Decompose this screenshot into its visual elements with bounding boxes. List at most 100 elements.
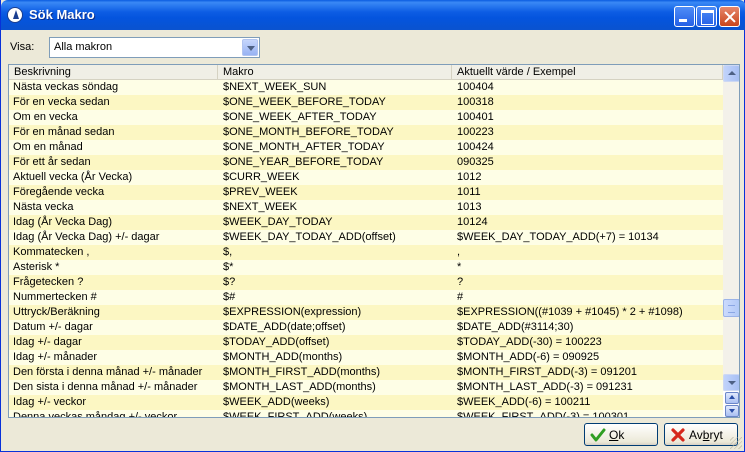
cell-description: Aktuell vecka (År Vecka) [13, 171, 133, 183]
cell-description: Idag +/- veckor [13, 396, 87, 408]
cell-macro: $DATE_ADD(date;offset) [223, 321, 346, 333]
cell-description: För ett år sedan [13, 156, 91, 168]
cell-value: 100401 [457, 111, 494, 123]
table-row[interactable]: Om en månad $ONE_MONTH_AFTER_TODAY 100424 [9, 140, 723, 155]
table-row[interactable]: Nästa vecka $NEXT_WEEK 1013 [9, 200, 723, 215]
table-row[interactable]: Idag +/- dagar $TODAY_ADD(offset) $TODAY_A… [9, 335, 723, 350]
cell-macro: $PREV_WEEK [223, 186, 298, 198]
resize-grip[interactable] [730, 437, 742, 449]
cell-description: Frågetecken ? [13, 276, 84, 288]
cell-value: ? [457, 276, 464, 288]
cancel-button[interactable]: Avbryt [664, 423, 738, 446]
table-row[interactable]: Den sista i denna månad +/- månader $MONT… [9, 380, 723, 395]
table-row[interactable]: Denna veckas måndag +/- veckor $WEEK_FIRS… [9, 410, 723, 418]
move-up-icon[interactable] [725, 392, 739, 404]
move-down-icon[interactable] [725, 405, 739, 417]
filter-dropdown[interactable]: Alla makron [49, 37, 260, 58]
table-row[interactable]: Aktuell vecka (År Vecka) $CURR_WEEK 1012 [9, 170, 723, 185]
filter-label: Visa: [10, 41, 35, 53]
ok-label: Ok [609, 428, 625, 442]
cell-macro: $ONE_WEEK_AFTER_TODAY [223, 111, 377, 123]
cell-description: Idag +/- månader [13, 351, 98, 363]
cell-macro: $NEXT_WEEK_SUN [223, 81, 327, 93]
cell-macro: $WEEK_ADD(weeks) [223, 396, 330, 408]
cell-value: 100318 [457, 96, 494, 108]
cell-macro: $ONE_MONTH_AFTER_TODAY [223, 141, 385, 153]
title-bar[interactable]: Sök Makro [1, 0, 745, 30]
cell-macro: $CURR_WEEK [223, 171, 300, 183]
x-icon [671, 428, 685, 442]
cell-description: Nästa vecka [13, 201, 74, 213]
cell-value: 100223 [457, 126, 494, 138]
cell-macro: $WEEK_FIRST_ADD(weeks) [223, 411, 368, 418]
table-row[interactable]: Uttryck/Beräkning $EXPRESSION(expression)… [9, 305, 723, 320]
table-row[interactable]: För en vecka sedan $ONE_WEEK_BEFORE_TODAY… [9, 95, 723, 110]
cell-description: För en månad sedan [13, 126, 115, 138]
column-header-value[interactable]: Aktuellt värde / Exempel [452, 65, 723, 80]
cell-value: 100404 [457, 81, 494, 93]
table-row[interactable]: För en månad sedan $ONE_MONTH_BEFORE_TODA… [9, 125, 723, 140]
cell-value: 1011 [457, 186, 481, 198]
cell-macro: $MONTH_FIRST_ADD(months) [223, 366, 381, 378]
table-row[interactable]: Idag +/- månader $MONTH_ADD(months) $MONTH… [9, 350, 723, 365]
table-row[interactable]: Idag (År Vecka Dag) +/- dagar $WEEK_DAY_T… [9, 230, 723, 245]
cell-description: Idag +/- dagar [13, 336, 82, 348]
table-row[interactable]: Kommatecken , $,, [9, 245, 723, 260]
maximize-button[interactable] [696, 6, 717, 27]
close-button[interactable] [719, 6, 740, 27]
table-row[interactable]: Datum +/- dagar $DATE_ADD(date;offset) $DA… [9, 320, 723, 335]
table-row[interactable]: Idag (År Vecka Dag) $WEEK_DAY_TODAY 10124 [9, 215, 723, 230]
scroll-up-icon[interactable] [723, 65, 739, 82]
table-row[interactable]: För ett år sedan $ONE_YEAR_BEFORE_TODAY 09… [9, 155, 723, 170]
filter-selected-value: Alla makron [54, 41, 113, 53]
cell-description: Datum +/- dagar [13, 321, 93, 333]
cell-description: Idag (År Vecka Dag) +/- dagar [13, 231, 160, 243]
cell-macro: $? [223, 276, 236, 288]
table-row[interactable]: Idag +/- veckor $WEEK_ADD(weeks) $WEEK_ADD… [9, 395, 723, 410]
cancel-label: Avbryt [689, 428, 723, 442]
table-row[interactable]: Om en vecka $ONE_WEEK_AFTER_TODAY 100401 [9, 110, 723, 125]
cell-macro: $, [223, 246, 233, 258]
table-body: Nästa veckas söndag $NEXT_WEEK_SUN 100404 F… [9, 80, 723, 418]
column-header-description[interactable]: Beskrivning [9, 65, 218, 80]
chevron-down-icon[interactable] [242, 39, 258, 56]
cell-value: , [457, 246, 461, 258]
cell-value: 090325 [457, 156, 494, 168]
table-row[interactable]: Asterisk * $* * [9, 260, 723, 275]
cell-value: $WEEK_DAY_TODAY_ADD(+7) = 10134 [457, 231, 659, 243]
cell-macro: $TODAY_ADD(offset) [223, 336, 330, 348]
scroll-down-icon[interactable] [723, 374, 739, 391]
scroll-thumb[interactable] [723, 299, 739, 317]
check-icon [590, 428, 606, 442]
cell-value: $WEEK_ADD(-6) = 100211 [457, 396, 591, 408]
cell-description: För en vecka sedan [13, 96, 110, 108]
cell-macro: $ONE_YEAR_BEFORE_TODAY [223, 156, 384, 168]
cell-macro: $EXPRESSION(expression) [223, 306, 362, 318]
cell-value: $MONTH_FIRST_ADD(-3) = 091201 [457, 366, 638, 378]
cell-value: $EXPRESSION((#1039 + #1045) * 2 + #1098) [457, 306, 683, 318]
minimize-button[interactable] [674, 6, 695, 27]
cell-description: Den sista i denna månad +/- månader [13, 381, 198, 393]
cell-description: Om en vecka [13, 111, 78, 123]
cell-macro: $ONE_WEEK_BEFORE_TODAY [223, 96, 386, 108]
cell-description: Kommatecken , [13, 246, 90, 258]
cell-macro: $MONTH_ADD(months) [223, 351, 343, 363]
cell-macro: $NEXT_WEEK [223, 201, 297, 213]
table-row[interactable]: Nummertecken # $# # [9, 290, 723, 305]
cell-description: Idag (År Vecka Dag) [13, 216, 113, 228]
cell-description: Den första i denna månad +/- månader [13, 366, 203, 378]
cell-macro: $ONE_MONTH_BEFORE_TODAY [223, 126, 394, 138]
table-row[interactable]: Den första i denna månad +/- månader $MON… [9, 365, 723, 380]
cell-value: 100424 [457, 141, 494, 153]
dialog-window: Sök Makro Visa: Alla makron Beskrivning … [0, 0, 745, 452]
table-row[interactable]: Föregående vecka $PREV_WEEK 1011 [9, 185, 723, 200]
app-icon [7, 7, 23, 23]
table-row[interactable]: Frågetecken ? $?? [9, 275, 723, 290]
vertical-scrollbar[interactable] [723, 65, 739, 391]
table-row[interactable]: Nästa veckas söndag $NEXT_WEEK_SUN 100404 [9, 80, 723, 95]
cell-description: Asterisk * [13, 261, 60, 273]
cell-value: # [457, 291, 464, 303]
ok-button[interactable]: Ok [584, 423, 658, 446]
cell-description: Uttryck/Beräkning [13, 306, 100, 318]
column-header-macro[interactable]: Makro [218, 65, 452, 80]
